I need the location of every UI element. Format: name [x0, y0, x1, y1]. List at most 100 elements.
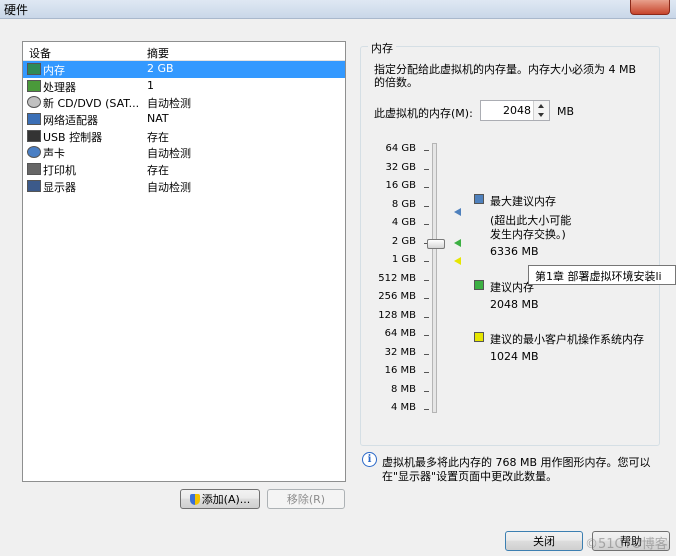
- add-device-button[interactable]: 添加(A)...: [180, 489, 260, 509]
- cd-dvd-icon: [27, 96, 41, 109]
- close-button-label: 关闭: [533, 535, 555, 548]
- scale-label: 1 GB: [391, 254, 416, 265]
- min-recommended-marker-icon: [454, 257, 461, 265]
- tooltip: 第1章 部署虚拟环境安装li: [528, 265, 676, 285]
- display-icon: [27, 179, 41, 192]
- max-recommended-title: 最大建议内存: [490, 195, 556, 208]
- shield-icon: [189, 494, 200, 505]
- scale-tick: [424, 335, 429, 336]
- scale-tick: [424, 168, 429, 170]
- scale-tick: [424, 224, 429, 225]
- scale-label: 8 MB: [390, 383, 416, 395]
- max-recommended-value: 6336 MB: [490, 245, 539, 258]
- add-button-label: 添加(A)...: [201, 493, 251, 506]
- device-name: 声卡: [43, 147, 65, 161]
- device-name: 内存: [43, 64, 65, 77]
- device-row[interactable]: 显示器 自动检测: [23, 178, 345, 195]
- scale-label: 4 MB: [390, 402, 416, 413]
- spin-up-icon[interactable]: [538, 104, 544, 108]
- memory-spin-arrows[interactable]: [533, 101, 549, 120]
- device-row[interactable]: 处理器 1: [23, 78, 345, 95]
- device-summary: 存在: [147, 164, 169, 178]
- device-name: 网络适配器: [43, 114, 98, 128]
- remove-device-button[interactable]: 移除(R): [267, 489, 345, 509]
- scale-tick: [424, 298, 429, 299]
- min-recommended-legend-icon: [474, 332, 484, 342]
- memory-field-label: 此虚拟机的内存(M):: [374, 107, 473, 120]
- scale-label: 256 MB: [378, 291, 416, 302]
- scale-label: 64 MB: [384, 328, 416, 339]
- device-summary: 自动检测: [147, 97, 191, 111]
- scale-label: 8 GB: [391, 198, 416, 210]
- scale-label: 32 GB: [385, 161, 416, 173]
- info-icon: i: [362, 452, 377, 467]
- network-adapter-icon: [27, 113, 41, 126]
- memory-icon: [27, 63, 41, 75]
- device-row[interactable]: 声卡 自动检测: [23, 144, 345, 161]
- scale-tick: [424, 372, 429, 373]
- device-summary: 自动检测: [147, 180, 191, 194]
- remove-button-label: 移除(R): [286, 493, 326, 506]
- device-name: USB 控制器: [43, 130, 103, 144]
- device-summary: 2 GB: [147, 62, 174, 75]
- watermark: ©51CTO博客: [585, 537, 668, 552]
- column-header-summary[interactable]: 摘要: [147, 45, 169, 61]
- memory-slider-thumb[interactable]: [427, 238, 445, 249]
- device-name: 显示器: [43, 180, 76, 194]
- device-row[interactable]: 打印机 存在: [23, 161, 345, 178]
- memory-unit: MB: [557, 105, 575, 118]
- tooltip-text: 第1章 部署虚拟环境安装li: [535, 270, 662, 283]
- scale-tick: [424, 187, 429, 188]
- device-row[interactable]: 网络适配器 NAT: [23, 111, 345, 128]
- scale-tick: [424, 261, 429, 262]
- scale-label: 128 MB: [378, 309, 416, 321]
- spin-down-icon[interactable]: [538, 113, 544, 117]
- scale-tick: [424, 353, 429, 355]
- device-name: 新 CD/DVD (SAT...: [43, 97, 140, 111]
- info-text-line-2: 在"显示器"设置页面中更改此数量。: [382, 470, 558, 483]
- scale-label: 2 GB: [391, 235, 416, 247]
- scale-tick: [424, 150, 429, 151]
- recommended-value: 2048 MB: [490, 298, 539, 311]
- scale-tick: [424, 409, 429, 410]
- memory-value: 2048: [503, 104, 531, 117]
- device-summary: 自动检测: [147, 147, 191, 161]
- memory-slider-track[interactable]: [432, 143, 437, 413]
- title-bar: 硬件: [0, 0, 676, 19]
- max-recommended-note-2: 发生内存交换。): [490, 228, 566, 241]
- device-name: 处理器: [43, 80, 76, 94]
- recommended-marker-icon: [454, 238, 461, 247]
- scale-label: 64 GB: [385, 143, 416, 154]
- max-recommended-marker-icon: [454, 208, 461, 217]
- column-header-device[interactable]: 设备: [29, 45, 51, 61]
- scale-tick: [424, 279, 429, 281]
- close-button[interactable]: 关闭: [505, 531, 583, 551]
- scale-label: 512 MB: [378, 272, 416, 284]
- memory-spinbox[interactable]: 2048: [480, 100, 550, 121]
- memory-description-line-2: 的倍数。: [374, 76, 418, 89]
- scale-label: 4 GB: [391, 217, 416, 228]
- device-list[interactable]: 设备 摘要 内存 2 GB 处理器 1 新 CD/DVD (SAT... 自动检测 网络适配…: [22, 41, 346, 482]
- device-row[interactable]: 内存 2 GB: [23, 61, 345, 78]
- cpu-icon: [27, 79, 41, 92]
- printer-icon: [27, 163, 41, 176]
- device-summary: 1: [147, 78, 154, 92]
- window-close-button[interactable]: [630, 0, 670, 15]
- scale-tick: [424, 205, 429, 207]
- sound-card-icon: [27, 146, 41, 159]
- scale-label: 16 GB: [385, 180, 416, 191]
- device-row[interactable]: 新 CD/DVD (SAT... 自动检测: [23, 94, 345, 111]
- device-summary: NAT: [147, 112, 169, 126]
- device-name: 打印机: [43, 164, 76, 178]
- memory-group-title: 内存: [368, 40, 396, 56]
- scale-label: 32 MB: [384, 346, 416, 358]
- scale-label: 16 MB: [384, 365, 416, 376]
- min-recommended-title: 建议的最小客户机操作系统内存: [490, 333, 644, 346]
- usb-icon: [27, 129, 41, 142]
- device-row[interactable]: USB 控制器 存在: [23, 128, 345, 145]
- recommended-legend-icon: [474, 280, 484, 290]
- min-recommended-value: 1024 MB: [490, 350, 539, 363]
- window-title: 硬件: [4, 3, 29, 17]
- scale-tick: [424, 390, 429, 392]
- device-list-header: 设备 摘要: [23, 42, 345, 61]
